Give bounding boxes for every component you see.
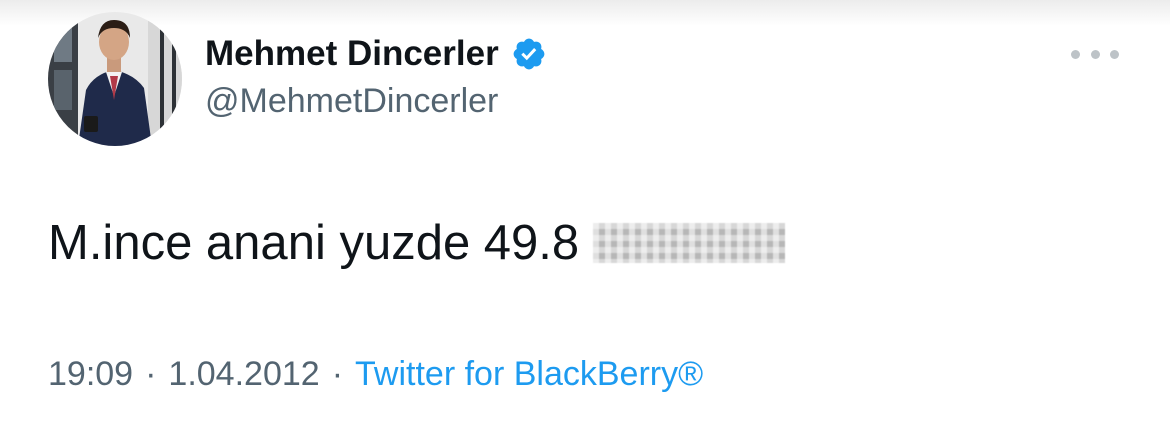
- tweet-text-content: M.ince anani yuzde 49.8: [48, 216, 580, 270]
- redacted-text-blur: [593, 223, 786, 263]
- author-handle[interactable]: @MehmetDincerler: [205, 82, 498, 121]
- author-name-row[interactable]: Mehmet Dincerler: [205, 32, 547, 76]
- verified-badge-icon: [513, 38, 545, 70]
- tweet-metadata: 19:09 · 1.04.2012 · Twitter for BlackBerry®: [48, 355, 703, 394]
- more-dot: [1071, 49, 1080, 59]
- avatar-image: [48, 12, 182, 146]
- meta-separator: ·: [331, 355, 344, 393]
- tweet-time[interactable]: 19:09: [48, 355, 133, 393]
- avatar[interactable]: [48, 12, 182, 146]
- more-dot: [1110, 49, 1119, 59]
- meta-separator: ·: [145, 355, 157, 393]
- more-dot: [1090, 49, 1100, 59]
- top-edge-shadow: [0, 0, 1170, 26]
- tweet-text: M.ince anani yuzde 49.8: [48, 215, 786, 271]
- tweet-source-link[interactable]: Twitter for BlackBerry®: [355, 355, 703, 393]
- author-display-name[interactable]: Mehmet Dincerler: [205, 34, 499, 74]
- more-options-icon[interactable]: [1071, 40, 1119, 68]
- tweet-date[interactable]: 1.04.2012: [168, 355, 319, 393]
